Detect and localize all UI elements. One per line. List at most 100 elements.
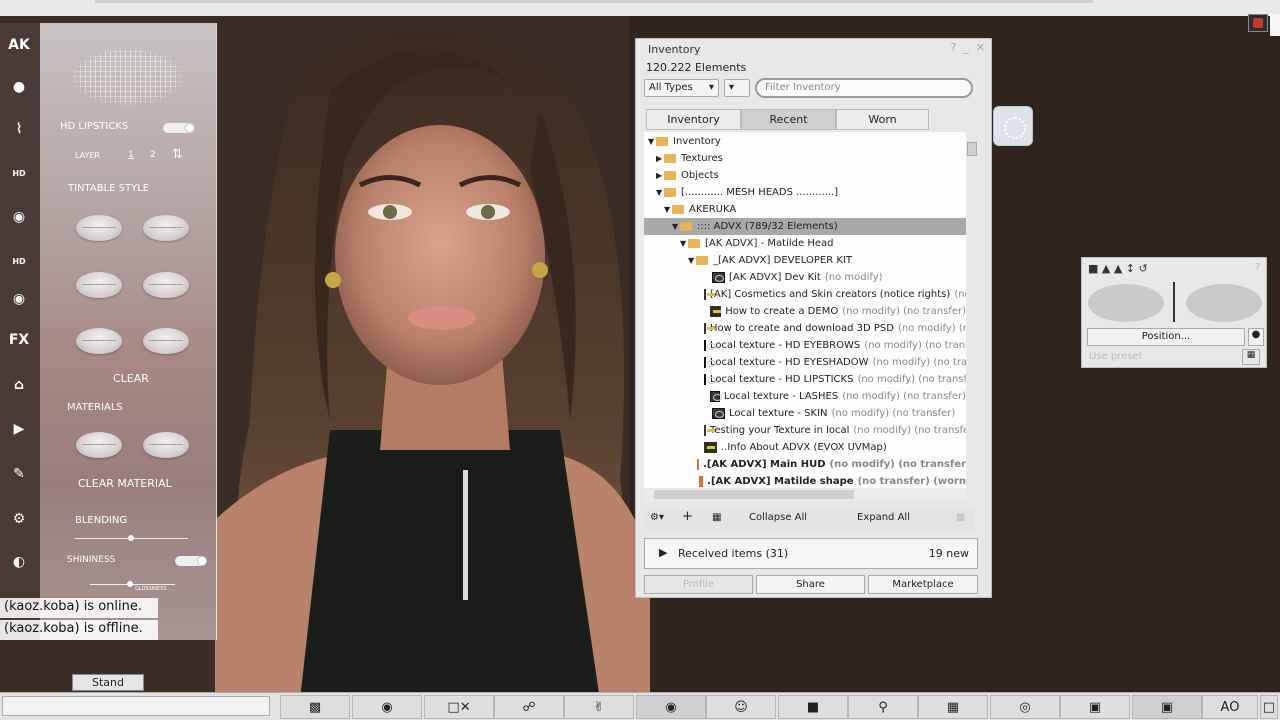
lip-style-swatch[interactable] — [143, 215, 189, 241]
radar-icon[interactable]: ◎ — [990, 695, 1060, 719]
clear-button[interactable]: CLEAR — [113, 372, 149, 385]
hd-eyebrow-icon[interactable]: HD — [4, 159, 34, 187]
search-icon[interactable]: ⚲ — [848, 695, 918, 719]
fx-icon[interactable]: FX — [4, 326, 34, 354]
inventory-tree-row[interactable]: ▼:::: ADVX (789/32 Elements) — [644, 218, 966, 235]
zoom-slider[interactable] — [1173, 282, 1181, 322]
hd-lipsticks-toggle[interactable] — [163, 123, 195, 133]
inventory-tree-row[interactable]: ▼ Inventory — [644, 133, 966, 150]
teeth-icon[interactable]: ⌂ — [4, 371, 34, 399]
notification-icon[interactable] — [1248, 14, 1268, 32]
expand-arrow-icon[interactable]: ▶ — [659, 546, 667, 559]
headphones-icon[interactable]: ☍ — [494, 695, 564, 719]
walk-icon[interactable]: ✌ — [564, 695, 634, 719]
tab-recent[interactable]: Recent — [741, 109, 836, 130]
horizontal-scrollbar[interactable] — [644, 489, 966, 500]
filter-input[interactable]: Filter Inventory — [755, 78, 973, 98]
received-items-panel[interactable]: ▶ Received items (31) 19 new — [644, 538, 978, 569]
lip-style-swatch[interactable] — [143, 328, 189, 354]
snapshot-hud-icon[interactable] — [993, 106, 1033, 146]
orbit-pad[interactable] — [1088, 284, 1164, 322]
expand-arrow-icon[interactable]: ▼ — [656, 188, 664, 197]
inventory-tree-row[interactable]: ..Info About ADVX (EVOX UVMap) — [644, 439, 966, 456]
material-swatch[interactable] — [143, 432, 189, 458]
preset-select[interactable]: Use preset — [1087, 351, 1230, 365]
material-swatch[interactable] — [76, 432, 122, 458]
shininess-toggle[interactable] — [175, 556, 207, 566]
ao-button[interactable]: AO — [1202, 695, 1258, 719]
gear-dropdown[interactable]: ▾ — [724, 79, 750, 97]
inventory-tree-row[interactable]: Testing your Texture in local (no modify)… — [644, 422, 966, 439]
trash-bin-icon[interactable]: ▦ — [712, 512, 721, 523]
expand-arrow-icon[interactable]: ▼ — [680, 239, 688, 248]
hd-lips-icon[interactable]: HD — [4, 247, 34, 275]
lip-style-swatch[interactable] — [76, 272, 122, 298]
eyebrow-icon[interactable]: ⌇ — [4, 115, 34, 143]
inventory-tree[interactable]: ▼ Inventory ▶ Textures ▶ Objects ▼ [...........… — [644, 132, 966, 488]
preset-settings-icon[interactable]: ▦ — [1242, 349, 1260, 365]
inventory-tree-row[interactable]: Local texture - LASHES (no modify) (no tr… — [644, 388, 966, 405]
contrast-icon[interactable]: ◐ — [4, 548, 34, 576]
profile-button[interactable]: Profile — [644, 575, 753, 594]
expand-arrow-icon[interactable]: ▼ — [688, 256, 696, 265]
map-icon[interactable]: ▦ — [918, 695, 988, 719]
logo-icon[interactable]: AK — [4, 31, 34, 59]
inventory-tree-row[interactable]: How to create and download 3D PSD (no mod… — [644, 320, 966, 337]
inventory-tree-row[interactable]: Local texture - HD EYESHADOW (no modify) … — [644, 354, 966, 371]
lip-style-swatch[interactable] — [76, 215, 122, 241]
swap-layers-icon[interactable]: ⇅ — [172, 147, 183, 162]
camera-mode-icons[interactable]: ■ ▲ ▲ ↕ ↺ — [1088, 262, 1148, 275]
window-controls[interactable]: ? _ ✕ — [950, 41, 985, 54]
inventory-tree-row[interactable]: Local texture - HD LIPSTICKS (no modify) … — [644, 371, 966, 388]
lip-style-swatch[interactable] — [76, 328, 122, 354]
location-pin-icon[interactable]: ● — [1248, 328, 1264, 346]
snapshot-camera-icon[interactable]: ▣ — [1060, 695, 1130, 719]
inventory-tree-row[interactable]: [AK] Cosmetics and Skin creators (notice… — [644, 286, 966, 303]
expand-arrow-icon[interactable]: ▶ — [656, 154, 664, 163]
ao-settings-button[interactable]: □ — [1260, 695, 1278, 719]
inventory-tree-row[interactable]: ▼ [............ MESH HEADS ............] — [644, 184, 966, 201]
inventory-tree-row[interactable]: ▼ AKERUKA — [644, 201, 966, 218]
stand-button[interactable]: Stand — [72, 674, 144, 691]
inventory-tree-row[interactable]: [AK ADVX] Dev Kit (no modify) — [644, 269, 966, 286]
tab-worn[interactable]: Worn — [836, 109, 929, 130]
people-icon[interactable]: ☺ — [706, 695, 776, 719]
inventory-tree-row[interactable]: .[AK ADVX] Main HUD (no modify) (no trans… — [644, 456, 966, 473]
camera-eye-icon[interactable]: ◉ — [636, 695, 706, 719]
expand-arrow-icon[interactable]: ▼ — [648, 137, 656, 146]
head-icon[interactable]: ● — [4, 73, 34, 101]
expand-arrow-icon[interactable]: ▼ — [664, 205, 672, 214]
add-icon[interactable]: + — [682, 509, 693, 524]
appearance-shirt-icon[interactable]: ■ — [778, 695, 848, 719]
vertical-scrollbar[interactable] — [966, 132, 978, 488]
expand-arrow-icon[interactable]: ▶ — [656, 171, 664, 180]
type-select[interactable]: All Types ▾ — [644, 79, 719, 97]
help-icon[interactable]: ? — [1255, 262, 1260, 273]
inventory-tree-row[interactable]: Local texture - SKIN (no modify) (no tran… — [644, 405, 966, 422]
position-button[interactable]: Position... — [1087, 328, 1245, 346]
collapse-all-button[interactable]: Collapse All — [749, 512, 807, 523]
pan-pad[interactable] — [1186, 284, 1262, 322]
help-book-icon[interactable]: ▩ — [280, 695, 350, 719]
gear-icon[interactable]: ⚙▾ — [650, 512, 664, 523]
expand-arrow-icon[interactable]: ▼ — [672, 222, 680, 231]
play-icon[interactable]: ▶ — [4, 415, 34, 443]
inventory-tree-row[interactable]: ▶ Objects — [644, 167, 966, 184]
layer-2-button[interactable]: 2 — [150, 150, 156, 160]
inventory-tree-row[interactable]: Local texture - HD EYEBROWS (no modify) (… — [644, 337, 966, 354]
gear-icon[interactable]: ⚙ — [4, 505, 34, 533]
delete-icon[interactable]: ▦ — [956, 512, 965, 523]
inventory-tree-row[interactable]: ▶ Textures — [644, 150, 966, 167]
inventory-tree-row[interactable]: .[AK ADVX] Matilde shape (no transfer) (w… — [644, 473, 966, 488]
marketplace-button[interactable]: Marketplace — [868, 575, 978, 594]
chat-input[interactable] — [2, 696, 270, 716]
share-button[interactable]: Share — [756, 575, 865, 594]
inventory-suitcase-icon[interactable]: ▣ — [1132, 695, 1202, 719]
blending-slider-knob[interactable] — [128, 535, 134, 541]
lips-icon[interactable]: ◉ — [4, 203, 34, 231]
eyedropper-icon[interactable]: ✎ — [4, 460, 34, 488]
chat-bubble-icon[interactable]: ◉ — [352, 695, 422, 719]
glossiness-slider-knob[interactable] — [127, 581, 133, 587]
inventory-tree-row[interactable]: How to create a DEMO (no modify) (no tran… — [644, 303, 966, 320]
expand-all-button[interactable]: Expand All — [857, 512, 910, 523]
